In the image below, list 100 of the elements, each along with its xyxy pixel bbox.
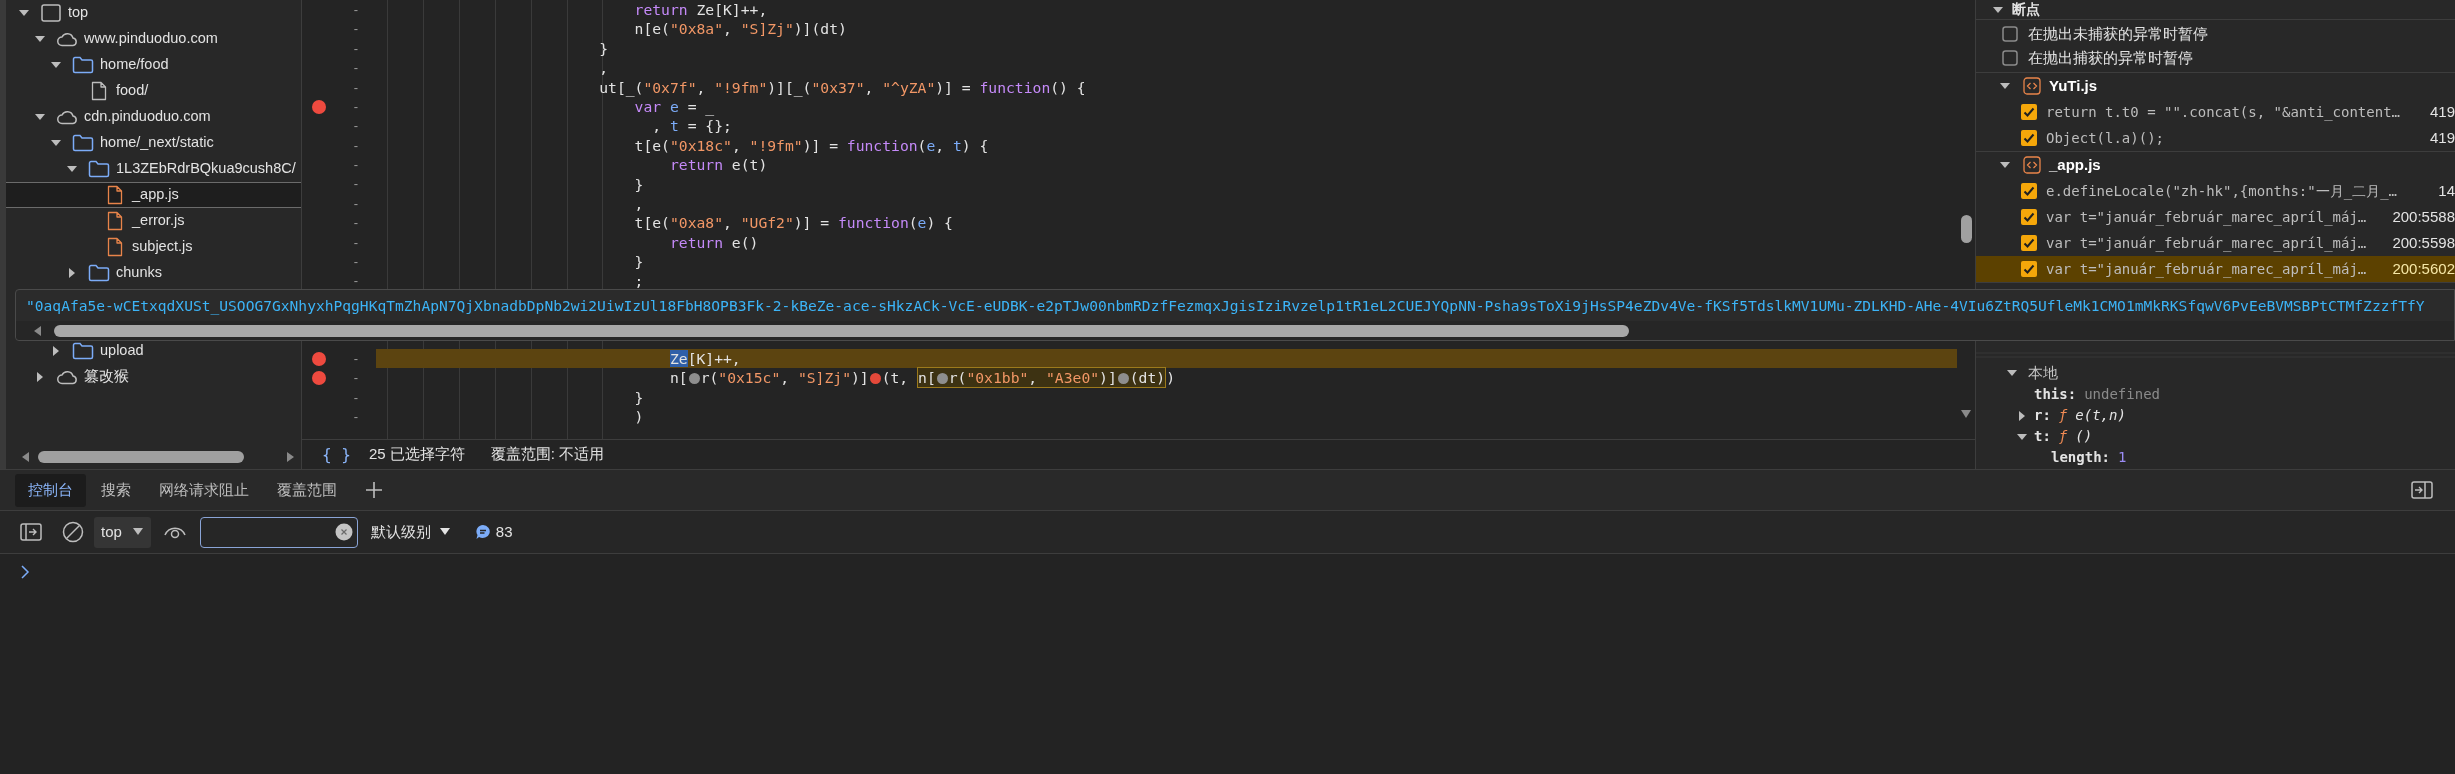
scrollbar-thumb[interactable] [54, 324, 1629, 337]
breakpoint-item[interactable]: var t="január_február_marec_apríl_máj… 200:5598 [1976, 230, 2455, 256]
folder-icon [72, 56, 94, 74]
code-line: return Ze[K]++, [633, 0, 769, 20]
sidebar-toggle-icon[interactable] [20, 523, 42, 541]
variable-value: 1 [2118, 448, 2127, 467]
tree-item[interactable]: _app.js [6, 182, 301, 208]
breakpoint-location: 419 [2429, 101, 2455, 122]
breakpoint-icon[interactable] [312, 351, 326, 366]
breakpoint-code: return t.t0 = "".concat(s, "&anti_content… [2046, 102, 2401, 123]
tab[interactable]: 控制台 [15, 473, 86, 507]
tooltip-value: "0aqAfa5e-wCEtxqdXUSt_USOOG7GxNhyxhPqgHKqTmZhApN7QjXbnadbDpNb2wi2UiwIzUl18FbH8OPB3Fk-2-kBeZe-ace-sHkzACk-VcE-eUDBK-e2pTJw00nbmRDzfFezmqxJgisIziRvzelp1tR1eL2CUEJYQpNN-Psha9sToXi9jHsSP4eZDv4Ve-fKSf5TdslkMV1UMu-ZDLKHD-AHe-4VIu6ZtRQ5UfleMk1CMO1mMkRKSfqwV6PvEeBVMSBPtCTMfZzzfTfY [25, 295, 2426, 317]
variable-name: this: [2034, 385, 2077, 404]
checkbox[interactable] [2021, 235, 2037, 251]
code-line: } [633, 387, 645, 408]
tree-item[interactable]: home/food [6, 52, 301, 78]
file-name: _app.js [2049, 154, 2101, 175]
scroll-down-icon[interactable] [1960, 409, 1972, 419]
folder-icon [88, 264, 110, 282]
breakpoint-location: 14 [2438, 180, 2455, 201]
line-number: - [352, 136, 360, 155]
checkbox[interactable] [2021, 209, 2037, 225]
checkbox[interactable] [2021, 104, 2037, 120]
pretty-print-button[interactable]: { } [322, 442, 351, 467]
breakpoint-icon[interactable] [312, 99, 326, 114]
file-icon [107, 211, 123, 231]
code-line: t[e("0xa8", "UGf2")] = function(e) { [633, 213, 954, 233]
code-line: return e() [668, 232, 760, 253]
dock-panel-icon[interactable] [2411, 481, 2433, 499]
breakpoint-location: 200:5598 [2392, 232, 2455, 253]
line-number: - [352, 39, 360, 58]
breakpoint-code: e.defineLocale("zh-hk",{months:"一月_二月_… [2046, 181, 2398, 202]
line-number: - [352, 117, 360, 136]
checkbox[interactable] [2021, 261, 2037, 277]
line-number: - [352, 253, 360, 272]
tree-item[interactable]: top [6, 0, 301, 26]
message-count: 83 [495, 521, 513, 542]
breakpoint-item[interactable]: return t.t0 = "".concat(s, "&anti_content… 419 [1976, 99, 2455, 125]
line-number: - [352, 156, 360, 175]
scrollbar-thumb[interactable] [1960, 215, 1972, 243]
file-icon [107, 237, 123, 257]
option-label: 在抛出未捕获的异常时暂停 [2028, 23, 2208, 44]
tree-item[interactable]: www.pinduoduo.com [6, 26, 301, 52]
tree-item[interactable]: cdn.pinduoduo.com [6, 104, 301, 130]
scroll-left-icon[interactable] [20, 451, 30, 463]
caret-icon [438, 527, 451, 537]
scroll-right-icon[interactable] [286, 451, 296, 463]
tab[interactable]: 搜索 [88, 473, 144, 507]
code-line: , [598, 58, 610, 78]
tree-item[interactable]: chunks [6, 260, 301, 286]
frame-icon [41, 4, 61, 22]
line-number: - [352, 408, 360, 427]
clear-field-icon[interactable] [334, 523, 353, 541]
breakpoint-item[interactable]: var t="január_február_marec_apríl_máj… 200:5588 [1976, 204, 2455, 230]
scroll-left-icon[interactable] [32, 324, 42, 337]
breakpoint-item[interactable]: e.defineLocale("zh-hk",{months:"一月_二月_… 14 [1976, 178, 2455, 204]
folder-icon [72, 134, 94, 152]
code-line: return e(t) [668, 155, 769, 175]
breakpoint-location: 419 [2429, 127, 2455, 148]
tree-item[interactable]: subject.js [6, 234, 301, 260]
scope-title: 本地 [2028, 362, 2058, 383]
tree-item[interactable]: upload [6, 338, 301, 364]
cloud-icon [56, 109, 78, 125]
line-number: - [352, 194, 360, 213]
tab[interactable]: 覆盖范围 [264, 473, 350, 507]
code-line: , t = {}; [651, 116, 733, 136]
cloud-icon [56, 31, 78, 47]
line-number: - [352, 369, 360, 388]
coverage-info: 覆盖范围: 不适用 [490, 444, 605, 465]
line-number: - [352, 59, 360, 78]
level-select[interactable]: 默认级别 [370, 516, 451, 548]
variable-value: undefined [2084, 385, 2160, 404]
clear-icon[interactable] [62, 521, 84, 543]
variable-name: t: [2034, 427, 2051, 446]
code-line: t[e("0x18c", "!9fm")] = function(e, t) { [633, 135, 990, 156]
line-number: - [352, 97, 360, 116]
add-icon[interactable] [364, 480, 384, 500]
tree-item[interactable]: 篡改猴 [6, 364, 301, 390]
filter-field[interactable] [199, 516, 358, 548]
breakpoint-code: var t="január_február_marec_apríl_máj… [2046, 207, 2368, 228]
breakpoint-icon[interactable] [312, 371, 326, 386]
line-number: - [352, 0, 360, 19]
tab[interactable]: 网络请求阻止 [146, 473, 262, 507]
checkbox[interactable] [2002, 26, 2018, 42]
prompt-icon [20, 564, 30, 580]
tree-item[interactable]: food/ [6, 78, 301, 104]
tree-item[interactable]: home/_next/static [6, 130, 301, 156]
scrollbar-thumb[interactable] [38, 451, 244, 463]
script-file-icon [2023, 156, 2041, 174]
tree-item[interactable]: 1L3ZEbRdrBQkua9cush8C/ [6, 156, 301, 182]
checkbox[interactable] [2002, 50, 2018, 66]
breakpoint-code: Object(l.a)(); [2046, 128, 2165, 148]
breakpoint-item[interactable]: Object(l.a)(); 419 [1976, 125, 2455, 151]
checkbox[interactable] [2021, 183, 2037, 199]
breakpoint-item[interactable]: var t="január_február_marec_apríl_máj… 200:5602 [1976, 256, 2455, 282]
checkbox[interactable] [2021, 130, 2037, 146]
code-line: ) [633, 407, 645, 427]
context-select[interactable]: top [94, 516, 151, 548]
cloud-icon [56, 369, 78, 385]
tree-item[interactable]: _error.js [6, 208, 301, 234]
